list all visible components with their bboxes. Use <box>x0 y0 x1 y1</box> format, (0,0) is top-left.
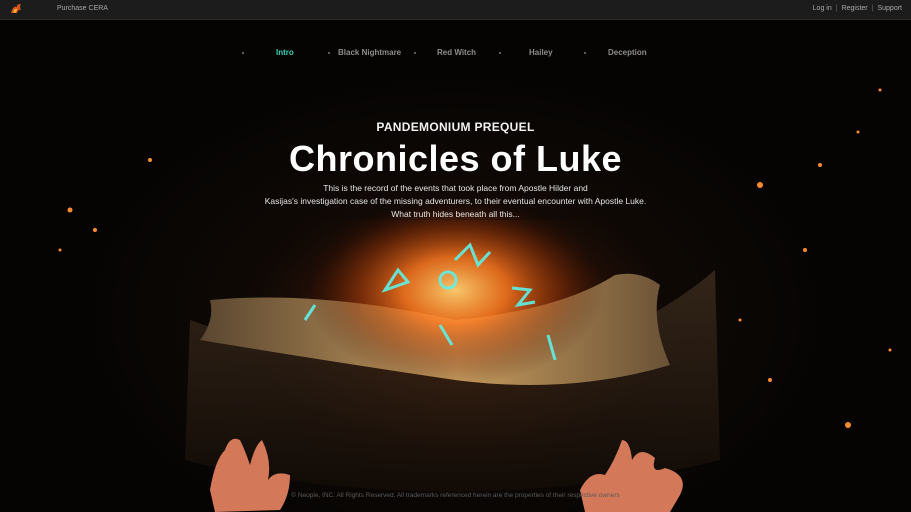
tab-black-nightmare[interactable]: Black Nightmare <box>338 48 401 57</box>
tab-hailey[interactable]: Hailey <box>529 48 553 57</box>
account-links: Log in | Register | Support <box>813 5 902 12</box>
register-link[interactable]: Register <box>842 5 868 12</box>
copyright-footer: © Neople, INC. All Rights Reserved. All … <box>291 492 620 499</box>
description-line: This is the record of the events that to… <box>323 183 588 193</box>
flame-logo-icon[interactable] <box>9 3 23 15</box>
book-illustration <box>58 88 892 512</box>
login-link[interactable]: Log in <box>813 5 832 12</box>
fire-burst <box>305 195 605 385</box>
page-title: Chronicles of Luke <box>288 138 623 179</box>
nav-dot <box>499 52 501 54</box>
tab-red-witch[interactable]: Red Witch <box>437 48 476 57</box>
pre-title: PANDEMONIUM PREQUEL <box>376 120 535 134</box>
tab-deception[interactable]: Deception <box>608 48 647 57</box>
separator: | <box>871 5 874 12</box>
nav-dot <box>242 52 244 54</box>
description-line: Kasijas's investigation case of the miss… <box>264 196 647 206</box>
hero-background <box>0 20 911 512</box>
support-link[interactable]: Support <box>877 5 902 12</box>
purchase-cera-link[interactable]: Purchase CERA <box>57 5 108 12</box>
tab-intro[interactable]: Intro <box>276 48 294 57</box>
nav-dot <box>328 52 330 54</box>
nav-dot <box>584 52 586 54</box>
separator: | <box>835 5 838 12</box>
chapter-nav: Intro Black Nightmare Red Witch Hailey D… <box>0 48 911 60</box>
hero-description: This is the record of the events that to… <box>200 182 711 221</box>
top-bar: Purchase CERA Log in | Register | Suppor… <box>0 0 911 20</box>
description-line: What truth hides beneath all this... <box>391 209 520 219</box>
nav-dot <box>414 52 416 54</box>
